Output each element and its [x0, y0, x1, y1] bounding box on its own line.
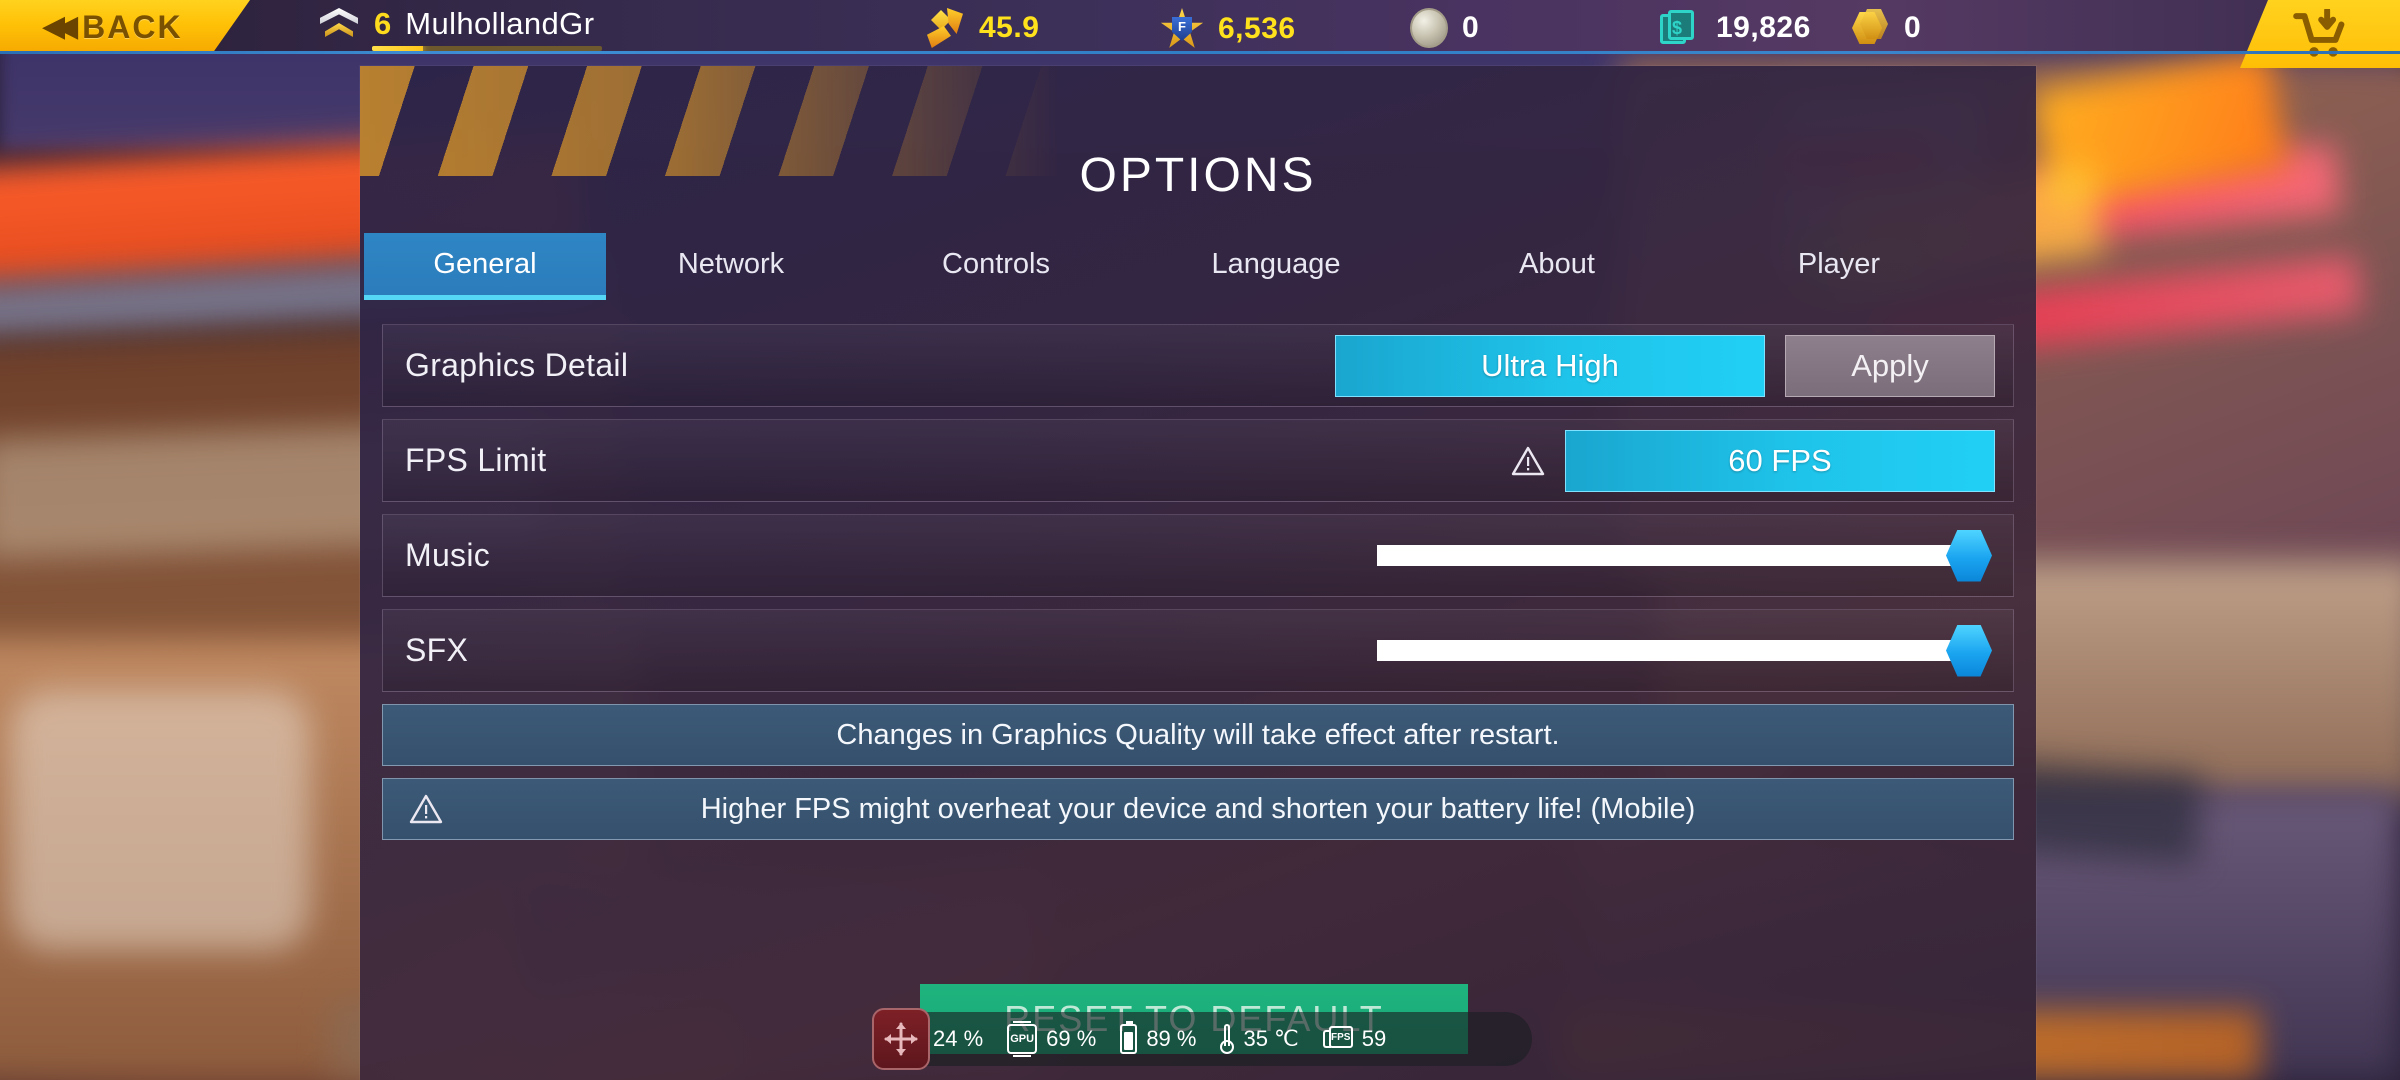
- tab-about-label: About: [1519, 247, 1595, 280]
- options-panel: OPTIONS General Network Controls Languag…: [360, 66, 2036, 1080]
- player-level: 6: [374, 6, 392, 41]
- tab-player-label: Player: [1797, 247, 1881, 280]
- cash-stack-icon: $: [1660, 8, 1702, 48]
- tab-player[interactable]: Player: [1698, 233, 1980, 295]
- double-chevron-left-icon: ◀◀: [42, 10, 78, 43]
- perf-fps-value: 59: [1361, 1026, 1387, 1051]
- info-banner-graphics-restart-text: Changes in Graphics Quality will take ef…: [836, 718, 1560, 751]
- tab-general[interactable]: General: [364, 233, 606, 300]
- four-way-move-icon: [884, 1022, 918, 1056]
- rank-chevron-icon: [318, 4, 360, 44]
- info-banner-fps-warning: Higher FPS might overheat your device an…: [382, 778, 2014, 840]
- stat-rating[interactable]: 45.9: [925, 8, 1039, 48]
- sfx-slider-handle[interactable]: [1946, 624, 1992, 677]
- bolt-diamond-icon: [925, 8, 965, 48]
- stat-gold-token[interactable]: 0: [1850, 8, 1921, 48]
- setting-row-music: Music: [382, 514, 2014, 597]
- tab-about[interactable]: About: [1416, 233, 1698, 295]
- stat-rating-value: 45.9: [979, 11, 1040, 44]
- perf-gpu-value: 69 %: [1046, 1026, 1097, 1051]
- stat-gold-token-value: 0: [1904, 11, 1922, 44]
- star-shield-icon: F: [1160, 8, 1204, 50]
- warning-triangle-icon: [409, 794, 443, 824]
- info-banner-graphics-restart: Changes in Graphics Quality will take ef…: [382, 704, 2014, 766]
- xp-progress-fill: [372, 46, 423, 51]
- fps-layers-icon: FPS: [1322, 1026, 1353, 1052]
- perf-battery: 89 %: [1120, 1021, 1197, 1054]
- warning-triangle-icon: [1511, 446, 1545, 475]
- apply-button[interactable]: Apply: [1785, 334, 1995, 397]
- setting-row-graphics-detail: Graphics Detail Ultra High Apply: [382, 324, 2014, 407]
- tab-language-label: Language: [1211, 247, 1341, 280]
- thermometer-icon: [1220, 1024, 1235, 1054]
- fps-icon-label: FPS: [1328, 1026, 1353, 1048]
- gpu-chip-icon: GPU: [1007, 1021, 1038, 1057]
- tab-language[interactable]: Language: [1136, 233, 1416, 295]
- stat-fame[interactable]: F 6,536: [1160, 8, 1296, 50]
- sfx-slider-track: [1377, 640, 1977, 661]
- player-info[interactable]: 6 MulhollandGr: [318, 4, 594, 44]
- top-bar: ◀◀ BACK 6 MulhollandGr 45.9 F 6,536 0 $ …: [0, 0, 2400, 68]
- tab-bar: General Network Controls Language About …: [364, 233, 2024, 300]
- silver-coin-icon: [1410, 8, 1448, 48]
- stat-cash-value: 19,826: [1716, 11, 1811, 44]
- setting-row-fps-limit: FPS Limit 60 FPS: [382, 419, 2014, 502]
- page-title: OPTIONS: [1079, 149, 1317, 202]
- perf-cpu-value: 24 %: [933, 1026, 984, 1051]
- shop-button[interactable]: [2240, 0, 2400, 68]
- setting-label-fps-limit: FPS Limit: [405, 442, 547, 478]
- setting-label-graphics-detail: Graphics Detail: [405, 347, 629, 383]
- xp-progress-bar: [372, 46, 602, 51]
- setting-label-music: Music: [405, 537, 491, 573]
- setting-label-sfx: SFX: [405, 632, 469, 668]
- tab-network[interactable]: Network: [606, 233, 856, 295]
- perf-battery-value: 89 %: [1146, 1026, 1197, 1051]
- back-button-label: BACK: [82, 8, 183, 45]
- settings-list: Graphics Detail Ultra High Apply FPS Lim…: [382, 324, 2014, 852]
- sfx-volume-slider[interactable]: [1377, 624, 1992, 677]
- music-slider-track: [1377, 545, 1977, 566]
- stat-cash[interactable]: $ 19,826: [1660, 8, 1811, 48]
- stat-silver-coin-value: 0: [1462, 11, 1480, 44]
- perf-temperature-value: 35 ℃: [1243, 1026, 1299, 1051]
- tab-controls[interactable]: Controls: [856, 233, 1136, 295]
- overlay-drag-handle[interactable]: [872, 1008, 930, 1070]
- setting-row-sfx: SFX: [382, 609, 2014, 692]
- stat-fame-value: 6,536: [1218, 12, 1296, 45]
- stat-silver-coin[interactable]: 0: [1410, 8, 1479, 48]
- fps-limit-value-button[interactable]: 60 FPS: [1565, 429, 1995, 492]
- info-banner-fps-warning-text: Higher FPS might overheat your device an…: [700, 792, 1696, 825]
- performance-overlay[interactable]: CPU 24 % GPU 69 % 89 % 35 ℃ FPS 59: [872, 1012, 1532, 1066]
- player-name: MulhollandGr: [405, 6, 595, 41]
- shopping-cart-download-icon: [2293, 9, 2345, 57]
- tab-network-label: Network: [677, 247, 785, 280]
- tab-general-label: General: [433, 247, 537, 280]
- cash-symbol: $: [1672, 18, 1683, 38]
- graphics-detail-value-button[interactable]: Ultra High: [1335, 334, 1765, 397]
- music-volume-slider[interactable]: [1377, 529, 1992, 582]
- perf-fps: FPS 59: [1322, 1026, 1387, 1052]
- tab-controls-label: Controls: [942, 247, 1050, 280]
- battery-icon: [1120, 1021, 1138, 1054]
- music-slider-handle[interactable]: [1946, 529, 1992, 582]
- perf-gpu: GPU 69 %: [1007, 1021, 1097, 1057]
- perf-temperature: 35 ℃: [1220, 1024, 1299, 1054]
- back-button[interactable]: ◀◀ BACK: [0, 0, 250, 54]
- gold-token-icon: [1850, 8, 1890, 48]
